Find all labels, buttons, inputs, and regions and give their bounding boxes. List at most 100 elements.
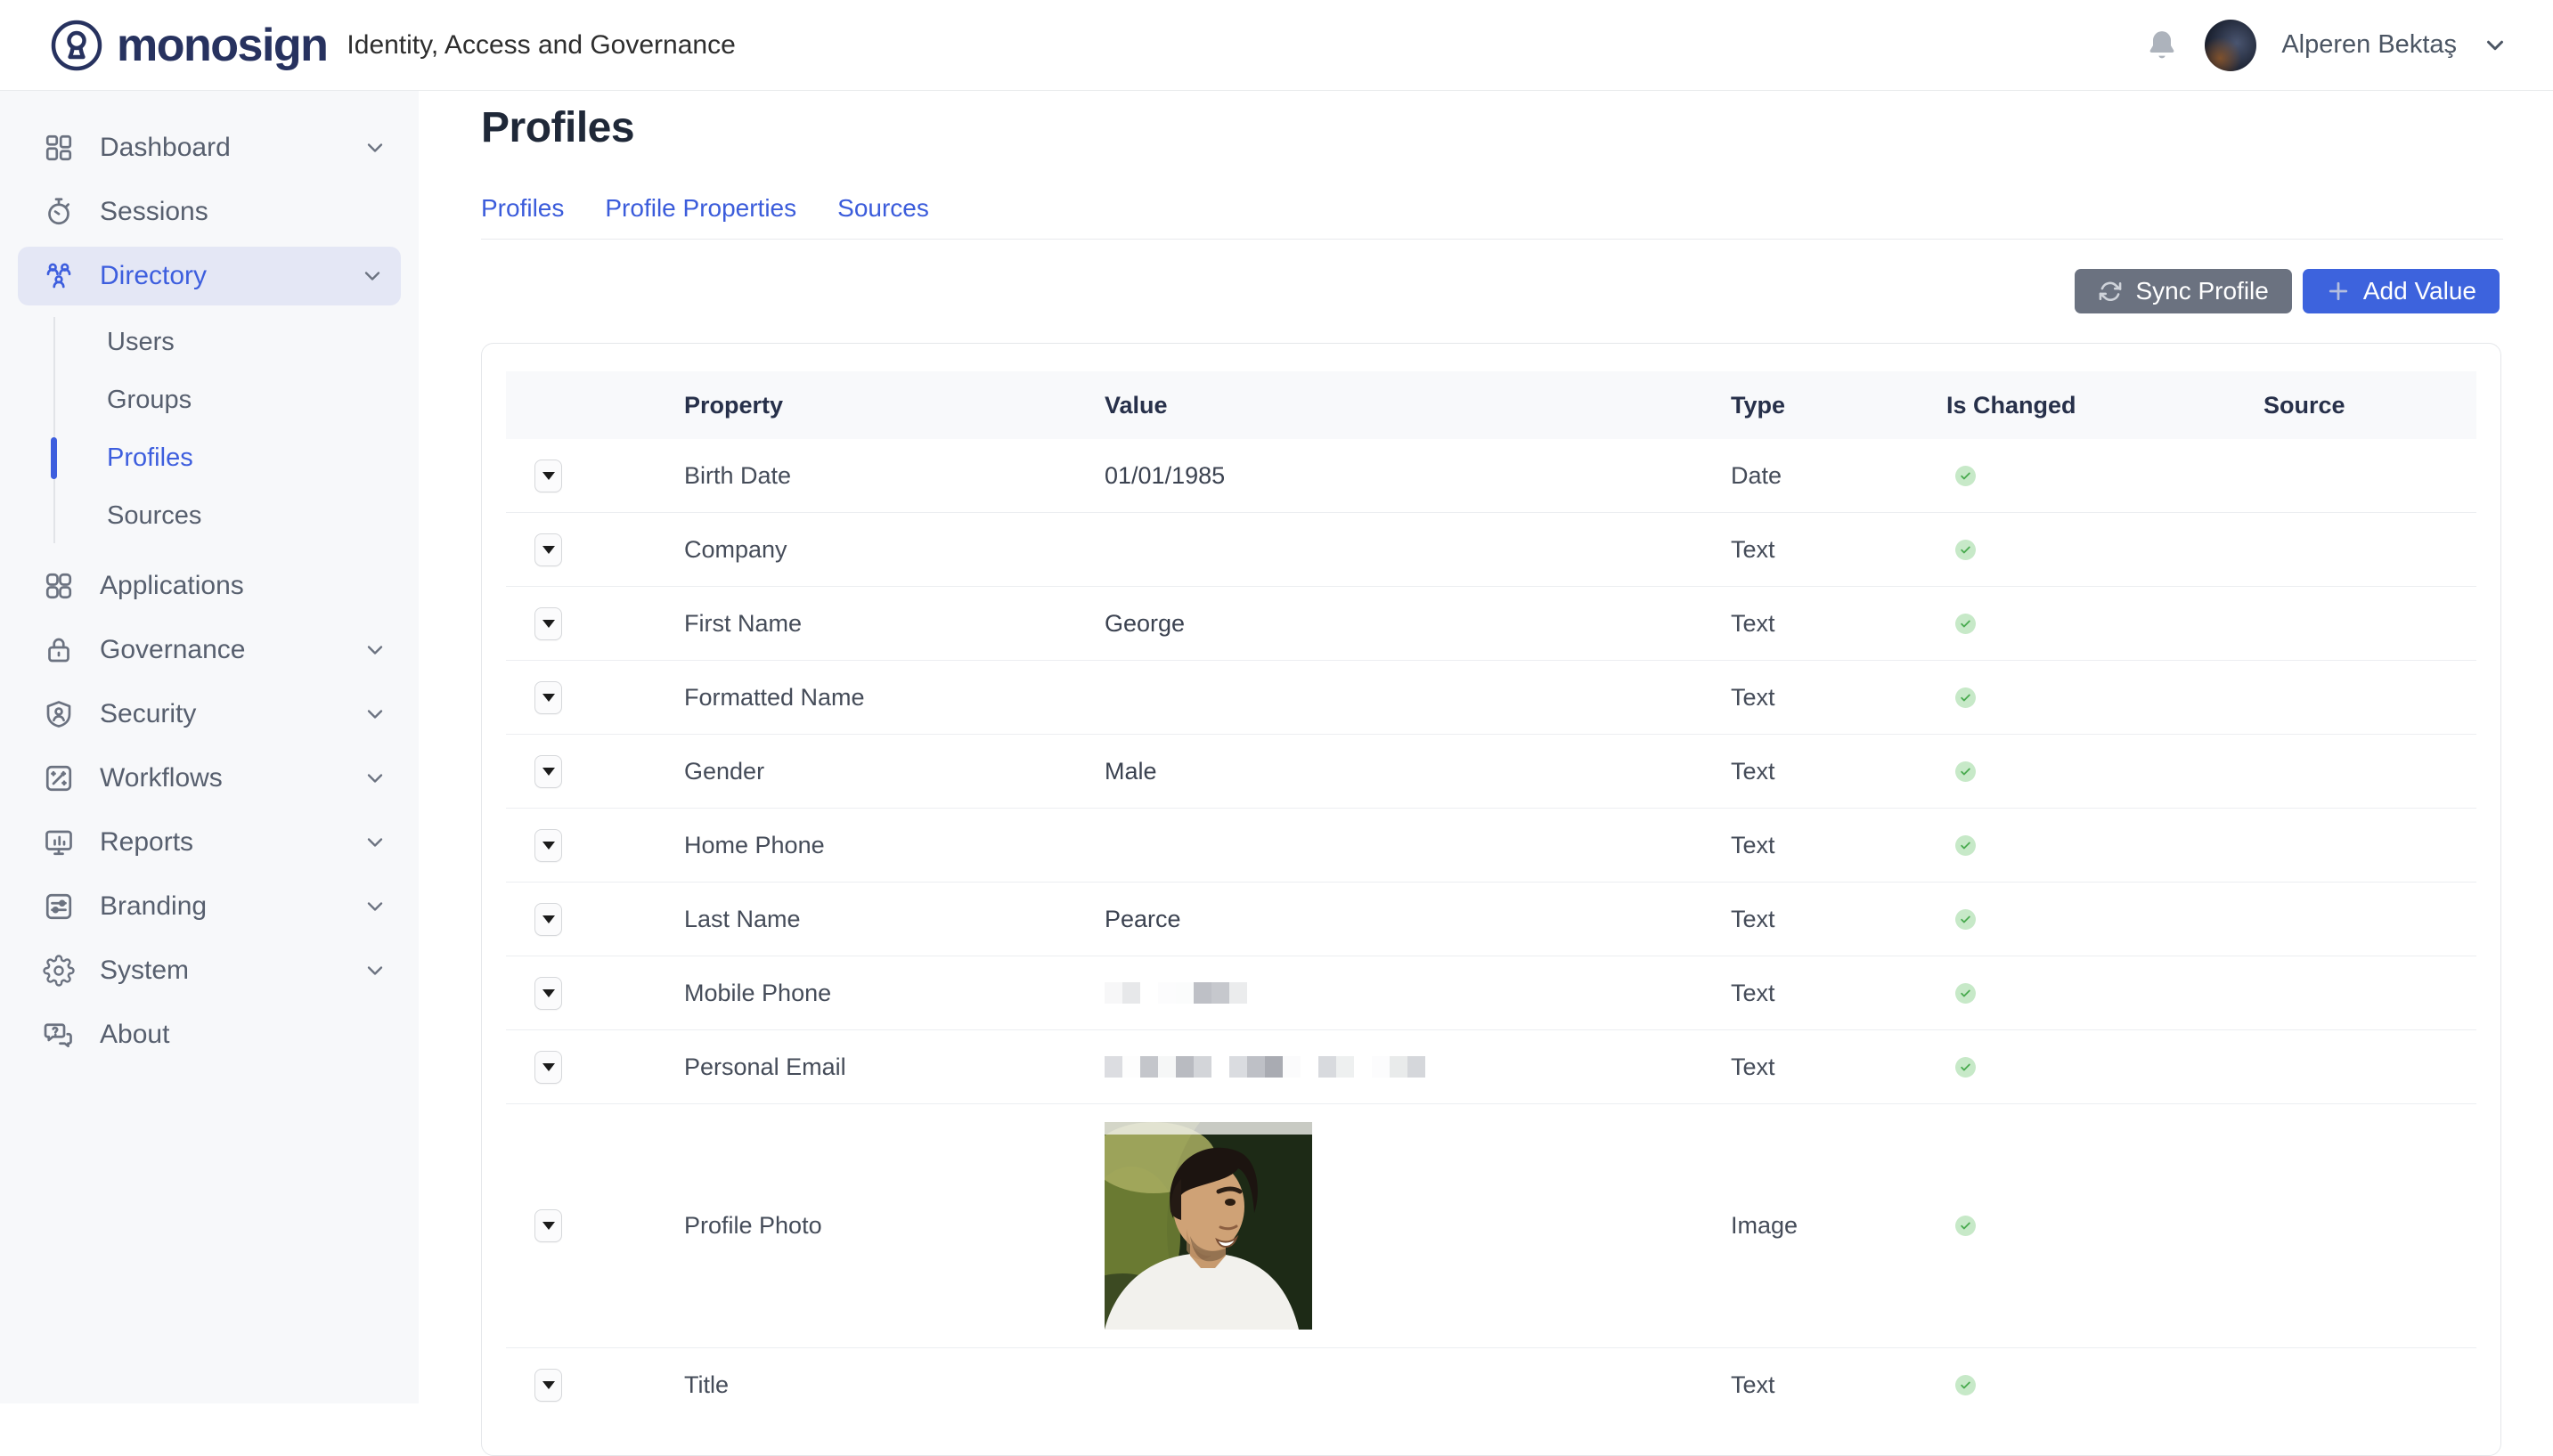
row-dropdown-button[interactable] (534, 755, 562, 788)
table-body: Birth Date 01/01/1985 Date Company Text (506, 439, 2476, 1422)
sidebar-item-label: Sources (107, 501, 201, 531)
caret-down-icon (542, 768, 555, 776)
tab-sources[interactable]: Sources (837, 194, 929, 223)
sync-refresh-icon (2098, 279, 2123, 304)
sidebar-item-about[interactable]: About (0, 1003, 419, 1067)
sidebar-item-label: Reports (100, 827, 193, 858)
tab-profiles[interactable]: Profiles (481, 194, 564, 223)
user-avatar[interactable] (2205, 20, 2256, 71)
sidebar-item-governance[interactable]: Governance (0, 618, 419, 682)
is-changed-check-icon (1955, 1216, 1976, 1236)
is-changed-cell (1946, 466, 2263, 486)
row-dropdown-button[interactable] (534, 460, 562, 492)
row-dropdown-button[interactable] (534, 829, 562, 862)
row-actions-cell (506, 460, 684, 492)
value-text: George (1105, 610, 1185, 638)
chat-question-icon (43, 1019, 75, 1051)
shield-user-icon (43, 698, 75, 730)
chevron-down-icon (363, 135, 387, 160)
row-dropdown-button[interactable] (534, 1369, 562, 1402)
column-header-type: Type (1731, 392, 1946, 419)
is-changed-cell (1946, 687, 2263, 708)
table-row: Birth Date 01/01/1985 Date (506, 439, 2476, 513)
sidebar-item-label: About (100, 1020, 169, 1050)
is-changed-cell (1946, 1216, 2263, 1236)
row-actions-cell (506, 1209, 684, 1242)
sync-profile-button[interactable]: Sync Profile (2075, 269, 2291, 313)
type-cell: Text (1731, 684, 1946, 712)
property-cell: Personal Email (684, 1053, 1105, 1081)
is-changed-check-icon (1955, 761, 1976, 782)
caret-down-icon (542, 620, 555, 628)
chevron-down-icon (363, 638, 387, 663)
gear-icon (43, 955, 75, 987)
caret-down-icon (542, 1222, 555, 1230)
add-value-button[interactable]: Add Value (2303, 269, 2500, 313)
sidebar: Dashboard Sessions Directory Users (0, 91, 419, 1403)
row-dropdown-button[interactable] (534, 903, 562, 936)
sidebar-item-security[interactable]: Security (0, 682, 419, 746)
sidebar-item-applications[interactable]: Applications (0, 554, 419, 618)
lock-icon (43, 634, 75, 666)
sidebar-item-sources[interactable]: Sources (0, 487, 419, 545)
sidebar-item-profiles[interactable]: Profiles (0, 429, 419, 487)
directory-submenu: Users Groups Profiles Sources (0, 308, 419, 554)
sidebar-item-label: Workflows (100, 763, 223, 793)
property-cell: Last Name (684, 906, 1105, 933)
wand-icon (43, 762, 75, 794)
sidebar-item-workflows[interactable]: Workflows (0, 746, 419, 810)
sidebar-item-sessions[interactable]: Sessions (0, 180, 419, 244)
row-dropdown-button[interactable] (534, 1051, 562, 1084)
chevron-down-icon (363, 894, 387, 919)
caret-down-icon (542, 989, 555, 997)
sidebar-item-label: Directory (100, 261, 207, 291)
table-row: Company Text (506, 513, 2476, 587)
tab-profile-properties[interactable]: Profile Properties (605, 194, 796, 223)
is-changed-check-icon (1955, 835, 1976, 856)
plus-icon (2326, 279, 2351, 304)
type-cell: Image (1731, 1212, 1946, 1240)
sidebar-item-system[interactable]: System (0, 939, 419, 1003)
row-dropdown-button[interactable] (534, 1209, 562, 1242)
row-dropdown-button[interactable] (534, 977, 562, 1010)
sidebar-item-directory[interactable]: Directory (18, 247, 401, 305)
caret-down-icon (542, 1381, 555, 1389)
row-actions-cell (506, 1051, 684, 1084)
column-header-is-changed: Is Changed (1946, 392, 2263, 419)
caret-down-icon (542, 915, 555, 923)
is-changed-check-icon (1955, 909, 1976, 930)
sidebar-item-users[interactable]: Users (0, 313, 419, 371)
property-cell: Formatted Name (684, 684, 1105, 712)
user-menu-chevron-down-icon[interactable] (2482, 32, 2508, 59)
row-dropdown-button[interactable] (534, 533, 562, 566)
table-row: Last Name Pearce Text (506, 883, 2476, 956)
sidebar-item-label: Profiles (107, 443, 193, 473)
property-cell: First Name (684, 610, 1105, 638)
row-dropdown-button[interactable] (534, 607, 562, 640)
column-header-property: Property (684, 392, 1105, 419)
chevron-down-icon (363, 766, 387, 791)
sidebar-item-dashboard[interactable]: Dashboard (0, 116, 419, 180)
caret-down-icon (542, 546, 555, 554)
table-header-row: Property Value Type Is Changed Source (506, 371, 2476, 439)
type-cell: Text (1731, 610, 1946, 638)
redacted-value-mosaic (1105, 1056, 1425, 1078)
type-cell: Text (1731, 980, 1946, 1007)
sidebar-item-reports[interactable]: Reports (0, 810, 419, 874)
column-header-source: Source (2263, 392, 2476, 419)
brand-logo[interactable]: monosign (49, 18, 327, 73)
tab-bar: Profiles Profile Properties Sources (481, 194, 929, 223)
sidebar-item-label: Sessions (100, 197, 208, 227)
value-cell: George (1105, 610, 1731, 638)
sidebar-item-branding[interactable]: Branding (0, 874, 419, 939)
row-dropdown-button[interactable] (534, 681, 562, 714)
sliders-icon (43, 891, 75, 923)
user-name: Alperen Bektaş (2281, 30, 2457, 60)
active-indicator-bar (51, 437, 57, 479)
value-cell (1105, 982, 1731, 1004)
sidebar-item-groups[interactable]: Groups (0, 371, 419, 429)
value-text: Pearce (1105, 906, 1181, 933)
main-content: Profiles Profiles Profile Properties Sou… (419, 91, 2553, 1403)
notifications-bell-icon[interactable] (2144, 28, 2180, 63)
row-actions-cell (506, 1369, 684, 1402)
